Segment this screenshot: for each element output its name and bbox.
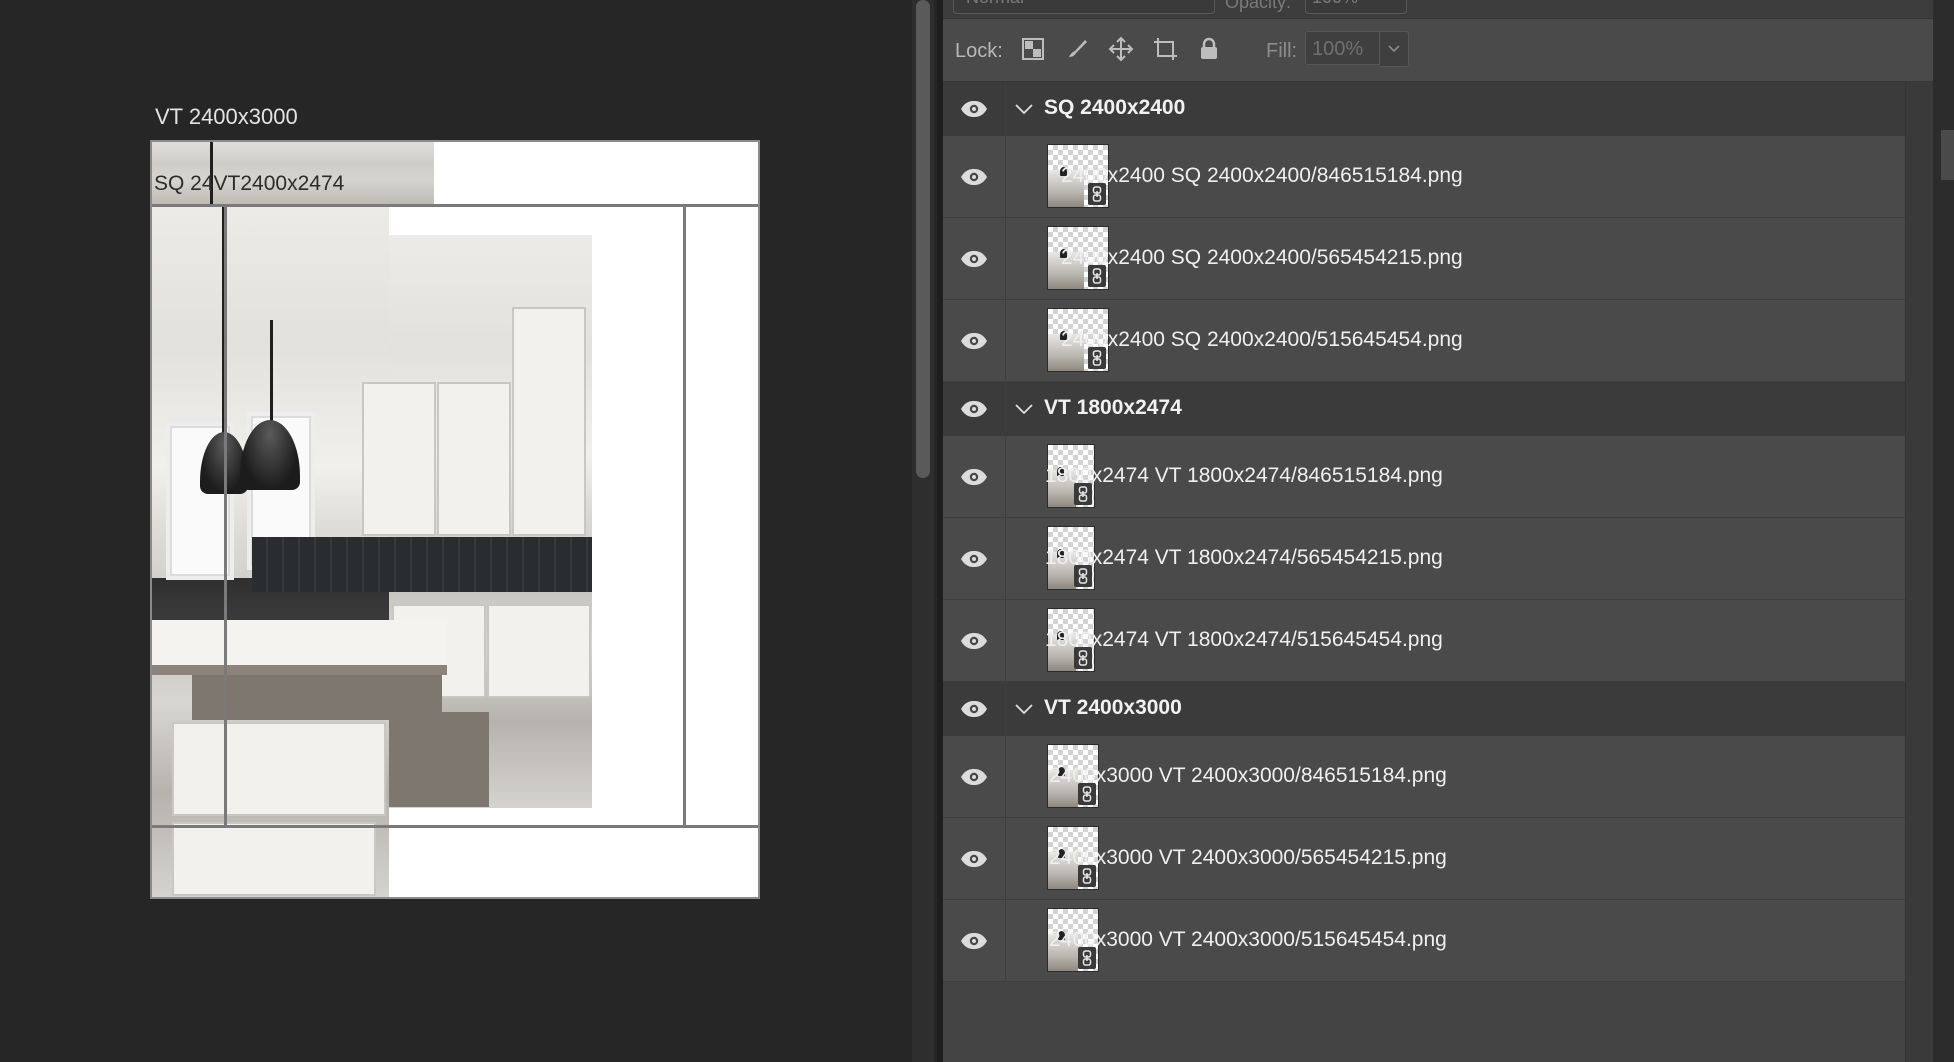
visibility-eye-icon[interactable] xyxy=(943,518,1006,599)
lock-position-icon[interactable] xyxy=(1107,35,1135,63)
layer-group-row[interactable]: SQ 2400x2400 xyxy=(943,82,1905,136)
fill-dropdown-chevron-icon[interactable] xyxy=(1380,31,1409,67)
layer-group-row[interactable]: VT 2400x3000 xyxy=(943,682,1905,736)
layer-name[interactable]: 2400x2400 SQ 2400x2400/565454215.png xyxy=(1061,246,1463,270)
group-collapse-chevron-icon[interactable] xyxy=(1013,398,1035,420)
visibility-eye-icon[interactable] xyxy=(943,300,1006,381)
fill-input[interactable]: 100% xyxy=(1305,31,1380,65)
artboard-guide-horizontal xyxy=(152,204,758,207)
visibility-eye-icon[interactable] xyxy=(943,600,1006,681)
group-name[interactable]: VT 1800x2474 xyxy=(1044,396,1182,420)
artboard-guide-vertical xyxy=(683,204,686,825)
blend-mode-value: Normal xyxy=(966,0,1024,8)
lock-row: Lock: Fill: 100% xyxy=(943,19,1933,82)
artboard-guide-vertical xyxy=(224,204,227,825)
visibility-eye-icon[interactable] xyxy=(943,736,1006,817)
layer-name[interactable]: 2400x3000 VT 2400x3000/565454215.png xyxy=(1049,846,1447,870)
group-collapse-chevron-icon[interactable] xyxy=(1013,698,1035,720)
artwork-backsplash xyxy=(252,537,592,592)
layer-row[interactable]: 2400x2400 SQ 2400x2400/515645454.png xyxy=(943,300,1905,382)
panel-dock-strip xyxy=(1933,0,1954,1062)
artwork-lower-cabinet xyxy=(172,722,386,816)
visibility-eye-icon[interactable] xyxy=(943,218,1006,299)
lock-label: Lock: xyxy=(955,40,1003,62)
artboard-guide-horizontal xyxy=(152,825,758,828)
group-name[interactable]: VT 2400x3000 xyxy=(1044,696,1182,720)
layers-list: SQ 2400x2400 2400x2400 SQ 2400x2400/84651… xyxy=(943,82,1905,982)
artboard-overlay-text: SQ 24VT2400x2474 xyxy=(154,172,345,195)
opacity-input[interactable]: 100% xyxy=(1305,0,1407,14)
layer-name[interactable]: 2400x3000 VT 2400x3000/846515184.png xyxy=(1049,764,1447,788)
opacity-label: Opacity: xyxy=(1225,0,1292,12)
layers-panel: Normal Opacity: 100% Lock: Fill: 100% SQ… xyxy=(943,0,1934,1062)
artwork-island-top xyxy=(152,620,447,675)
layer-row[interactable]: 2400x3000 VT 2400x3000/846515184.png xyxy=(943,736,1905,818)
layer-name[interactable]: 1800x2474 VT 1800x2474/515645454.png xyxy=(1045,628,1443,652)
group-name[interactable]: SQ 2400x2400 xyxy=(1044,96,1185,120)
lock-all-icon[interactable] xyxy=(1195,35,1223,63)
artwork-island-leg xyxy=(389,712,489,807)
layer-name[interactable]: 2400x2400 SQ 2400x2400/846515184.png xyxy=(1061,164,1463,188)
blend-opacity-row: Normal Opacity: 100% xyxy=(943,0,1933,19)
layer-row[interactable]: 1800x2474 VT 1800x2474/565454215.png xyxy=(943,518,1905,600)
lock-transparent-pixels-icon[interactable] xyxy=(1019,35,1047,63)
visibility-eye-icon[interactable] xyxy=(943,82,1006,136)
layer-name[interactable]: 2400x2400 SQ 2400x2400/515645454.png xyxy=(1061,328,1463,352)
visibility-eye-icon[interactable] xyxy=(943,436,1006,517)
layer-name[interactable]: 1800x2474 VT 1800x2474/565454215.png xyxy=(1045,546,1443,570)
visibility-eye-icon[interactable] xyxy=(943,136,1006,217)
layer-row[interactable]: 2400x3000 VT 2400x3000/565454215.png xyxy=(943,818,1905,900)
artboard-label[interactable]: VT 2400x3000 xyxy=(155,104,298,130)
artwork-cabinet xyxy=(362,382,436,536)
visibility-eye-icon[interactable] xyxy=(943,818,1006,899)
layer-row[interactable]: 1800x2474 VT 1800x2474/846515184.png xyxy=(943,436,1905,518)
visibility-eye-icon[interactable] xyxy=(943,682,1006,736)
artwork-cabinet xyxy=(512,307,586,536)
artwork-lower-cabinet xyxy=(487,604,591,698)
lock-image-pixels-icon[interactable] xyxy=(1063,35,1091,63)
visibility-eye-icon[interactable] xyxy=(943,382,1006,436)
layer-row[interactable]: 1800x2474 VT 1800x2474/515645454.png xyxy=(943,600,1905,682)
artwork-cabinet xyxy=(437,382,511,536)
layer-group-row[interactable]: VT 1800x2474 xyxy=(943,382,1905,436)
canvas-scrollbar-thumb[interactable] xyxy=(916,0,930,478)
layer-name[interactable]: 1800x2474 VT 1800x2474/846515184.png xyxy=(1045,464,1443,488)
artboard-canvas[interactable]: SQ 24VT2400x2474 xyxy=(152,142,758,897)
group-collapse-chevron-icon[interactable] xyxy=(1013,98,1035,120)
opacity-value: 100% xyxy=(1312,0,1358,8)
visibility-eye-icon[interactable] xyxy=(943,900,1006,981)
layer-row[interactable]: 2400x2400 SQ 2400x2400/565454215.png xyxy=(943,218,1905,300)
layers-scrollbar[interactable] xyxy=(1905,82,1934,1062)
lock-artboard-icon[interactable] xyxy=(1151,35,1179,63)
layer-row[interactable]: 2400x3000 VT 2400x3000/515645454.png xyxy=(943,900,1905,982)
canvas-area[interactable]: VT 2400x3000 SQ 24VT2400x2474 xyxy=(0,0,905,1062)
canvas-scrollbar[interactable] xyxy=(912,0,934,1062)
fill-label: Fill: xyxy=(1266,40,1298,62)
layer-name[interactable]: 2400x3000 VT 2400x3000/515645454.png xyxy=(1049,928,1447,952)
blend-mode-dropdown[interactable]: Normal xyxy=(953,0,1215,14)
artwork-lower-cabinet xyxy=(172,822,376,896)
layer-row[interactable]: 2400x2400 SQ 2400x2400/846515184.png xyxy=(943,136,1905,218)
